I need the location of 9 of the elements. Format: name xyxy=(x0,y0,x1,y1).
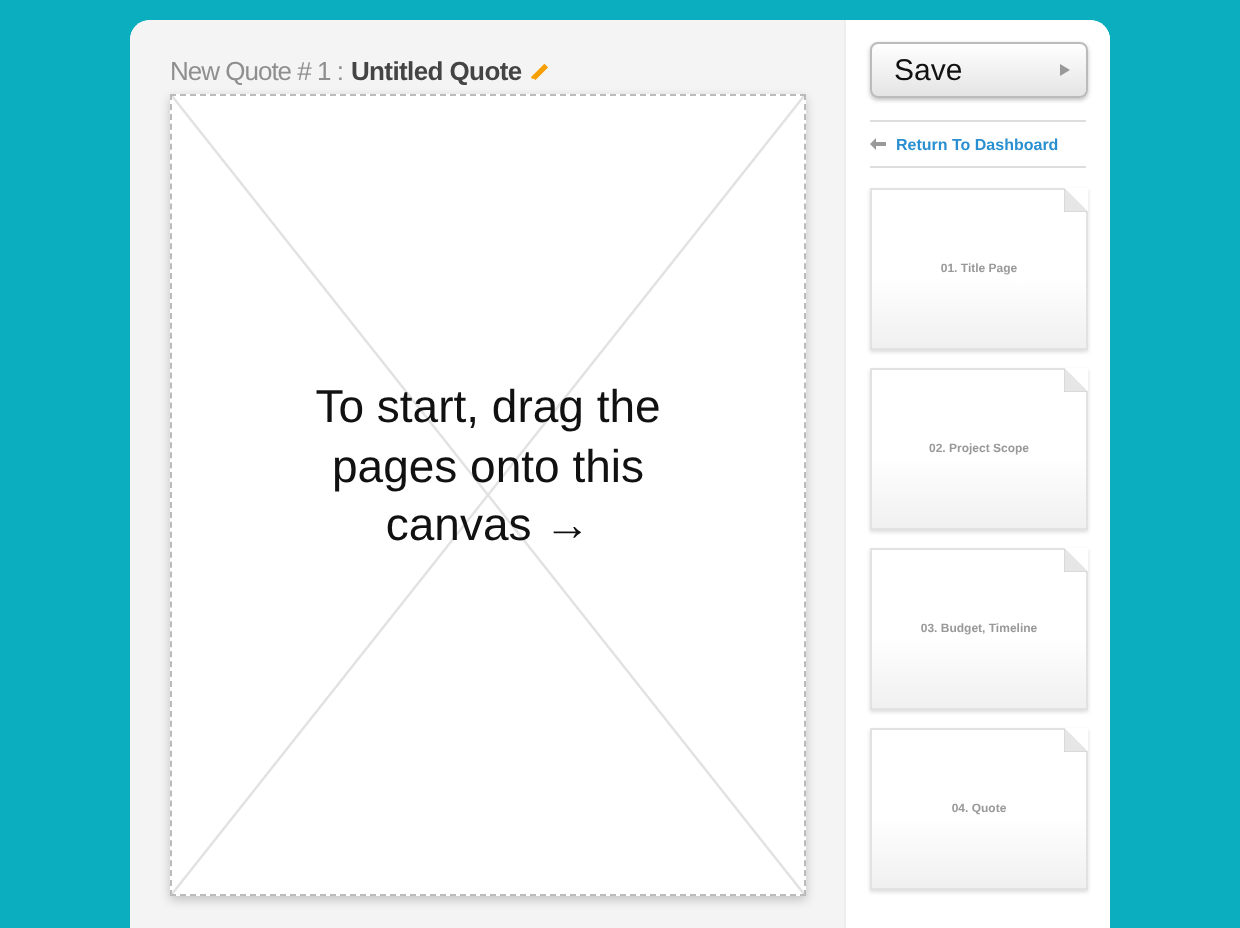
drop-canvas[interactable]: To start, drag the pages onto this canvas → xyxy=(170,94,806,896)
quote-title: Untitled Quote xyxy=(350,56,522,86)
save-button[interactable]: Save xyxy=(870,42,1088,98)
triangle-icon xyxy=(1060,64,1070,76)
back-arrow-icon xyxy=(870,138,886,150)
canvas-instruction: To start, drag the pages onto this canvas → xyxy=(313,377,663,555)
quote-number: New Quote # 1 : xyxy=(170,56,343,86)
pencil-icon[interactable] xyxy=(529,62,548,80)
return-to-dashboard-link[interactable]: Return To Dashboard xyxy=(896,135,1059,153)
